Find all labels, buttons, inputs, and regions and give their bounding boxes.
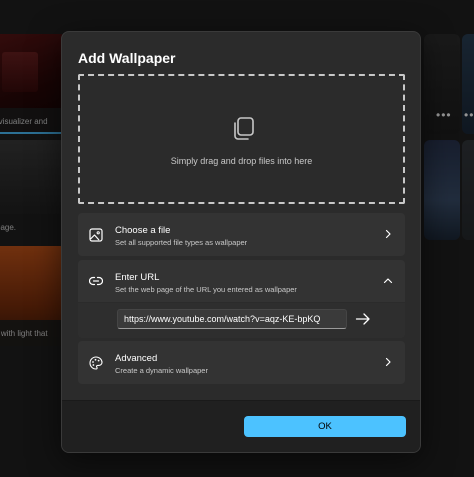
image-icon: [89, 228, 103, 242]
enter-url-header[interactable]: Enter URL Set the web page of the URL yo…: [78, 260, 405, 302]
url-input[interactable]: [117, 309, 347, 329]
chevron-right-icon: [385, 357, 391, 367]
enter-url-title: Enter URL: [115, 272, 160, 283]
advanced-title: Advanced: [115, 353, 158, 364]
chevron-up-icon: [383, 278, 393, 284]
add-wallpaper-dialog: Add Wallpaper Simply drag and drop files…: [61, 31, 421, 453]
choose-file-subtitle: Set all supported file types as wallpape…: [115, 238, 248, 247]
chevron-right-icon: [385, 229, 391, 239]
advanced-subtitle: Create a dynamic wallpaper: [115, 366, 208, 375]
dialog-footer: OK: [62, 400, 420, 452]
dialog-title: Add Wallpaper: [78, 50, 176, 66]
drop-zone[interactable]: Simply drag and drop files into here: [78, 74, 405, 204]
copy-icon: [234, 117, 254, 140]
choose-file-title: Choose a file: [115, 225, 171, 236]
advanced-option[interactable]: Advanced Create a dynamic wallpaper: [78, 341, 405, 384]
ok-button[interactable]: OK: [244, 416, 406, 437]
choose-file-option[interactable]: Choose a file Set all supported file typ…: [78, 213, 405, 256]
drop-zone-text: Simply drag and drop files into here: [170, 156, 313, 166]
enter-url-body: [78, 303, 405, 338]
link-icon: [89, 276, 103, 286]
enter-url-option: Enter URL Set the web page of the URL yo…: [78, 260, 405, 338]
arrow-right-icon[interactable]: [355, 311, 371, 327]
palette-icon: [89, 356, 103, 370]
enter-url-subtitle: Set the web page of the URL you entered …: [115, 285, 297, 294]
